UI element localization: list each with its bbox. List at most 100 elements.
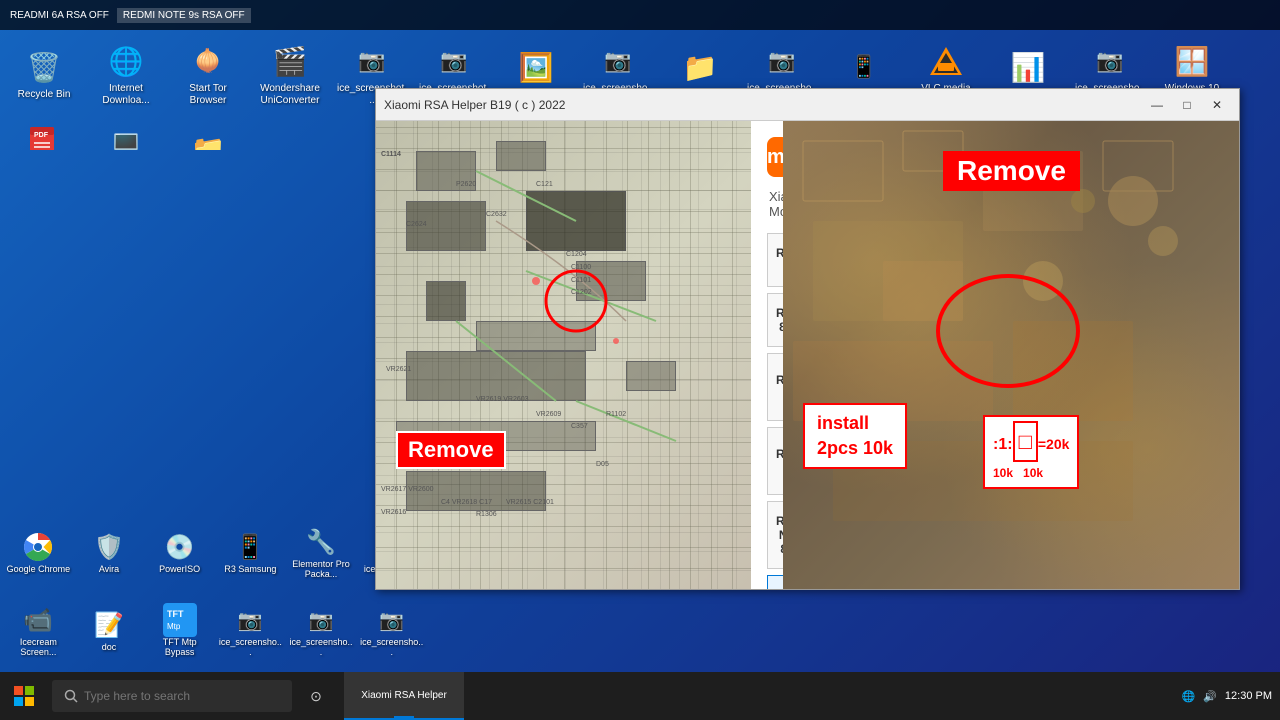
top-taskbar: READMI 6A RSA OFF REDMI NOTE 9s RSA OFF [0, 0, 1280, 30]
this-pc-icon: 💻 [106, 123, 146, 150]
ice-b3-label: ice_screensho... [359, 638, 424, 658]
red-circle-mark [933, 271, 1083, 391]
avira-label: Avira [99, 565, 119, 575]
search-input[interactable] [84, 689, 244, 703]
model-btn-redmi-note-8-pro[interactable]: REDMI NOTE 8 Pro [767, 501, 783, 569]
ice-icon: 📷 [352, 41, 392, 81]
avira-icon: 🛡️ [91, 529, 127, 565]
desktop-icon-icecream[interactable]: 📹 Icecream Screen... [4, 592, 73, 668]
poweriso-label: PowerISO [159, 565, 200, 575]
ice-b1-icon: 📷 [232, 602, 268, 638]
top-taskbar-item-1[interactable]: READMI 6A RSA OFF [4, 8, 115, 23]
appcomme-icon: 📱 [844, 47, 884, 87]
start-button[interactable] [0, 672, 48, 720]
desktop-icon-doc[interactable]: 📝 doc [75, 592, 144, 668]
pcb-left-panel: Remove C1114 P2620 C2624 C2632 C121 C120… [376, 121, 751, 589]
model-btn-redmi-10[interactable]: REDMI 10 [767, 427, 783, 495]
icecream-label: Icecream Screen... [6, 638, 71, 658]
model-btn-redmi-6a[interactable]: REDMI 6A [767, 233, 783, 287]
ice-icon: 📷 [1090, 41, 1130, 81]
bottom-icon-row-1: Google Chrome 🛡️ Avira 💿 PowerISO 📱 R3 S… [4, 514, 426, 590]
ice-b3-icon: 📷 [374, 602, 410, 638]
ice-icon: 📷 [762, 41, 802, 81]
window-controls: — □ ✕ [1143, 94, 1231, 116]
model-btn-redmi-8-8a[interactable]: REDMI 8 / 8A [767, 293, 783, 347]
r3samsung-label: R3 Samsung [224, 565, 276, 575]
xiaomi-models-panel: mi xiaomi Xiaomi Models REDMI 6A REDMI 7… [751, 121, 783, 589]
desktop-icon-ice-b3[interactable]: 📷 ice_screensho... [357, 592, 426, 668]
desktop-icon-r3samsung[interactable]: 📱 R3 Samsung [216, 514, 285, 590]
mi-logo: mi [767, 137, 783, 177]
resistor-spec-label: :1:□=20k 10k 10k [983, 415, 1079, 489]
desktop-icon-recycle-bin[interactable]: 🗑️ Recycle Bin [4, 34, 84, 114]
taskbar-search-bar[interactable] [52, 680, 292, 712]
desktop-icon-ice-b1[interactable]: 📷 ice_screensho... [216, 592, 285, 668]
volume-icon: 🔊 [1203, 690, 1217, 703]
network-icon: 🌐 [1182, 690, 1196, 703]
screenshots-icon: 🖼️ [516, 47, 556, 87]
desktop-icon-avira[interactable]: 🛡️ Avira [75, 514, 144, 590]
elementor-icon: 🔧 [303, 524, 339, 560]
desktop-icon-wondershare[interactable]: 🎬 Wondershare UniConverter [250, 34, 330, 114]
desktop-icon-elementor[interactable]: 🔧 Elementor Pro Packa... [287, 514, 356, 590]
chrome-label: Google Chrome [7, 565, 71, 575]
r3samsung-icon: 📱 [232, 529, 268, 565]
model-btn-redmi-9t[interactable]: REDMI 9T [767, 353, 783, 421]
window-body: Remove C1114 P2620 C2624 C2632 C121 C120… [376, 121, 1239, 589]
taskbar: ⊙ Xiaomi RSA Helper 🌐 🔊 12:30 PM [0, 672, 1280, 720]
close-button[interactable]: ✕ [1203, 94, 1231, 116]
internet-download-icon: 🌐 [106, 41, 146, 81]
desktop-icon-this-pc[interactable]: 💻 This PC - Shortcut [86, 116, 166, 150]
pcb-right-panel: Remove install2pcs 10k :1:□=20k 10k 10k [783, 121, 1239, 589]
icecream-icon: 📹 [20, 602, 56, 638]
desktop-icon-imh[interactable]: 📁 imH [168, 116, 248, 150]
recycle-bin-icon: 🗑️ [24, 47, 64, 87]
desktop-icon-tft[interactable]: TFT Mtp TFT Mtp Bypass [145, 592, 214, 668]
pcb-diagram-left: Remove C1114 P2620 C2624 C2632 C121 C120… [376, 121, 751, 589]
desktop-icon-label: Wondershare UniConverter [254, 83, 326, 107]
taskbar-system-tray: 🌐 🔊 12:30 PM [1182, 690, 1280, 703]
desktop-icon-ice-b2[interactable]: 📷 ice_screensho... [287, 592, 356, 668]
pcb-traces-svg [376, 121, 751, 589]
cortana-button[interactable]: ⊙ [300, 680, 332, 712]
clock: 12:30 PM [1225, 690, 1272, 702]
vlc-icon [926, 41, 966, 81]
desktop-icon-internet-download[interactable]: 🌐 Internet Downloa... [86, 34, 166, 114]
desktop-icon-label: Start Tor Browser [172, 83, 244, 107]
desktop: READMI 6A RSA OFF REDMI NOTE 9s RSA OFF … [0, 0, 1280, 720]
doc-icon: 📝 [91, 607, 127, 643]
top-taskbar-item-2[interactable]: REDMI NOTE 9s RSA OFF [117, 8, 251, 23]
windows-logo [14, 686, 34, 706]
ice-icon: 📷 [434, 41, 474, 81]
adani-icon: 📁 [680, 47, 720, 87]
remove-label-right: Remove [943, 151, 1080, 191]
chrome-icon [20, 529, 56, 565]
imh-icon: 📁 [188, 129, 228, 150]
desktop-icon-poweriso[interactable]: 💿 PowerISO [145, 514, 214, 590]
rank-math-icon: 📊 [1008, 47, 1048, 87]
desktop-icon-chrome[interactable]: Google Chrome [4, 514, 73, 590]
window-title: Xiaomi RSA Helper B19 ( c ) 2022 [384, 98, 565, 112]
tft-label: TFT Mtp Bypass [147, 638, 212, 658]
svg-text:PDF: PDF [34, 132, 49, 139]
wondershare-icon: 🎬 [270, 41, 310, 81]
tor-icon: 🧅 [188, 41, 228, 81]
ice-b1-label: ice_screensho... [218, 638, 283, 658]
minimize-button[interactable]: — [1143, 94, 1171, 116]
taskbar-app-xiaomi-helper[interactable]: Xiaomi RSA Helper [344, 672, 464, 720]
remove-label-left: Remove [396, 431, 506, 469]
window-titlebar: Xiaomi RSA Helper B19 ( c ) 2022 — □ ✕ [376, 89, 1239, 121]
xiaomi-rsa-window: Xiaomi RSA Helper B19 ( c ) 2022 — □ ✕ [375, 88, 1240, 590]
taskbar-apps: Xiaomi RSA Helper [336, 672, 1182, 720]
desktop-icon-tor[interactable]: 🧅 Start Tor Browser [168, 34, 248, 114]
tft-icon: TFT Mtp [162, 602, 198, 638]
ice-b2-label: ice_screensho... [289, 638, 354, 658]
model-btn-redmi-note-9s[interactable]: REDMI NOTE 9S [767, 575, 783, 589]
install-label: install2pcs 10k [803, 403, 907, 469]
desktop-icons-bottom: Google Chrome 🛡️ Avira 💿 PowerISO 📱 R3 S… [0, 502, 430, 672]
maximize-button[interactable]: □ [1173, 94, 1201, 116]
doc-label: doc [102, 643, 117, 653]
desktop-icon-mct-setup[interactable]: PDF MCT SETUP GUIDE.pdf [4, 116, 84, 150]
svg-text:TFT: TFT [167, 609, 184, 619]
windows10-icon: 🪟 [1172, 41, 1212, 81]
